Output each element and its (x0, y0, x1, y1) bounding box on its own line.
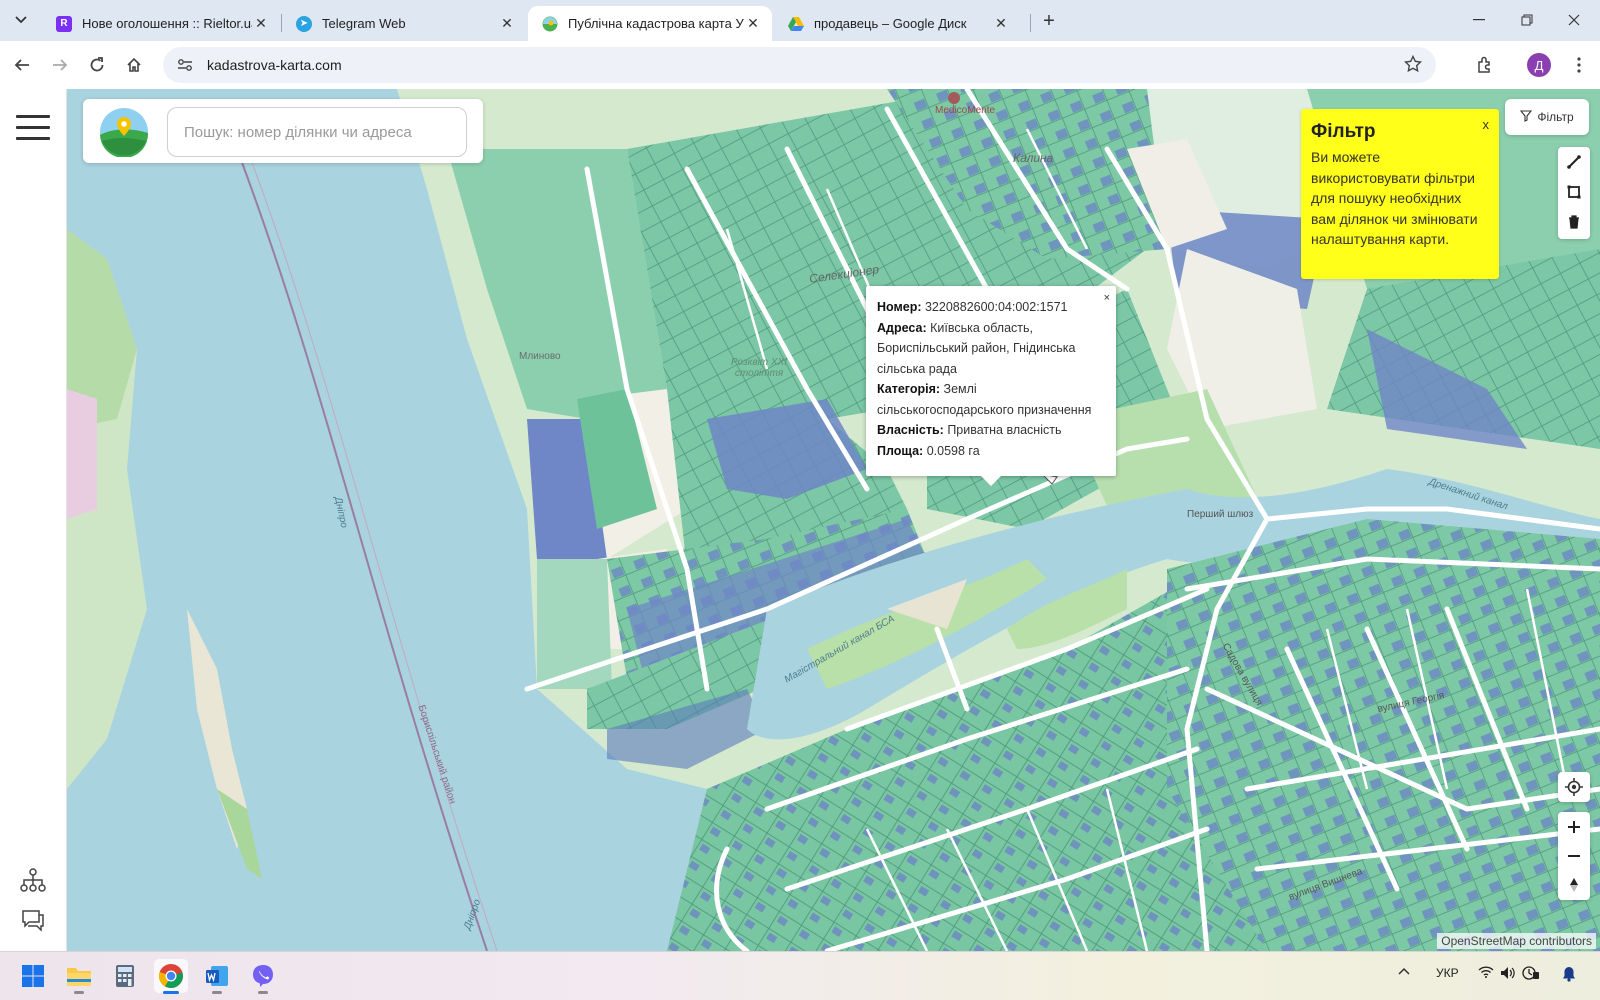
menu-icon[interactable] (16, 115, 50, 140)
parcel-ownership: Приватна власність (947, 423, 1062, 437)
restore-button[interactable] (1513, 8, 1541, 32)
windows-start-icon[interactable] (16, 959, 50, 993)
battery-icon[interactable] (1522, 966, 1540, 980)
page-content: Млиново Розквіт XXI століття Селекціонер… (0, 89, 1600, 951)
tab-kadastr[interactable]: Публічна кадастрова карта Укр ✕ (528, 6, 772, 41)
filter-button-label: Фільтр (1537, 110, 1574, 124)
site-logo-icon[interactable] (99, 107, 149, 159)
parcel-info-popup: × Номер: 3220882600:04:002:1571 Адреса: … (866, 286, 1116, 486)
draw-polygon-icon[interactable] (1558, 177, 1590, 207)
close-tab-icon[interactable]: ✕ (992, 15, 1010, 33)
tab-strip: R Нове оголошення :: Rieltor.ua ✕ ➤ Tele… (0, 0, 1600, 41)
volume-icon[interactable] (1500, 966, 1516, 980)
search-input[interactable] (167, 107, 467, 157)
viber-icon[interactable] (246, 959, 280, 994)
draw-line-icon[interactable] (1558, 147, 1590, 177)
tab-google-drive[interactable]: продавець – Google Диск ✕ (774, 6, 1020, 41)
tab-rieltor[interactable]: R Нове оголошення :: Rieltor.ua ✕ (42, 6, 280, 41)
tab-title: Telegram Web (322, 16, 406, 31)
file-explorer-icon[interactable] (62, 959, 96, 994)
parcel-category-row: Категорія: Землі сільськогосподарського … (877, 382, 1092, 417)
windows-taskbar: УКР (0, 951, 1600, 1000)
hierarchy-icon[interactable] (18, 865, 48, 895)
map-label-medicomente: MedicoMente (935, 105, 996, 116)
trash-icon[interactable] (1558, 207, 1590, 237)
calculator-icon[interactable] (108, 959, 142, 993)
language-indicator[interactable]: УКР (1436, 966, 1459, 980)
close-popup-button[interactable]: × (1104, 288, 1110, 309)
address-bar[interactable]: kadastrova-karta.com (163, 47, 1436, 83)
tab-title: Публічна кадастрова карта Укр (568, 16, 744, 31)
kadastr-icon (542, 16, 558, 32)
chrome-icon[interactable] (154, 959, 188, 994)
map-label-rozkvit: Розквіт XXI століття (730, 357, 788, 379)
filter-tooltip: x Фільтр Ви можете використовувати фільт… (1301, 109, 1499, 279)
tab-search-button[interactable] (8, 7, 34, 33)
map-label-kalyna: Калина (1013, 151, 1054, 165)
extensions-icon[interactable] (1471, 51, 1499, 79)
close-tab-icon[interactable]: ✕ (498, 15, 516, 33)
parcel-number-row: Номер: 3220882600:04:002:1571 (877, 300, 1068, 314)
home-button[interactable] (120, 51, 148, 79)
notification-bell-icon[interactable] (1562, 966, 1576, 982)
chevron-up-icon[interactable] (1398, 967, 1410, 975)
parcel-address-row: Адреса: Київська область, Бориспільський… (877, 320, 1076, 376)
tab-title: Нове оголошення :: Rieltor.ua (82, 16, 252, 31)
new-tab-button[interactable]: + (1038, 10, 1060, 32)
bookmark-star-icon[interactable] (1403, 54, 1423, 78)
search-panel (83, 99, 483, 163)
site-info-icon[interactable] (171, 51, 199, 79)
browser-menu-icon[interactable] (1565, 51, 1593, 79)
zoom-out-button[interactable] (1567, 842, 1581, 871)
wifi-icon[interactable] (1478, 966, 1494, 978)
filter-button[interactable]: Фільтр (1505, 99, 1589, 135)
parcel-area: 0.0598 га (926, 443, 980, 458)
parcel-area-row: Площа: 0.0598 га (877, 443, 980, 458)
filter-tooltip-title: Фільтр (1311, 121, 1376, 142)
map-label-pershyi-shliuz: Перший шлюз (1187, 509, 1254, 520)
tab-telegram[interactable]: ➤ Telegram Web ✕ (282, 6, 526, 41)
parcel-ownership-row: Власність: Приватна власність (877, 423, 1062, 437)
close-tab-icon[interactable]: ✕ (744, 15, 762, 33)
browser-toolbar: kadastrova-karta.com Д (0, 41, 1600, 89)
map-label-mlynovo: Млиново (519, 351, 561, 362)
chat-icon[interactable] (18, 905, 48, 935)
funnel-icon (1520, 109, 1533, 125)
profile-avatar[interactable]: Д (1527, 53, 1551, 77)
zoom-controls (1558, 812, 1590, 900)
telegram-icon: ➤ (296, 15, 312, 32)
geolocate-button[interactable] (1558, 772, 1590, 802)
map-attribution: OpenStreetMap contributors (1437, 933, 1596, 949)
compass-icon[interactable] (1568, 871, 1580, 900)
reload-button[interactable] (83, 51, 111, 79)
close-tooltip-button[interactable]: x (1483, 117, 1490, 132)
parcel-number: 3220882600:04:002:1571 (924, 300, 1068, 314)
filter-tooltip-text: Ви можете використовувати фільтри для по… (1311, 149, 1478, 247)
left-sidebar (0, 89, 67, 951)
tab-title: продавець – Google Диск (814, 16, 967, 31)
minimize-button[interactable] (1465, 8, 1493, 32)
google-drive-icon (788, 16, 804, 32)
zoom-in-button[interactable] (1567, 813, 1581, 842)
rieltor-icon: R (56, 15, 72, 32)
close-tab-icon[interactable]: ✕ (252, 15, 270, 33)
draw-toolbar (1558, 147, 1590, 239)
close-window-button[interactable] (1560, 8, 1588, 32)
back-button[interactable] (8, 51, 36, 79)
url-text: kadastrova-karta.com (207, 57, 342, 73)
forward-button[interactable] (46, 51, 74, 79)
word-icon[interactable] (200, 959, 234, 994)
